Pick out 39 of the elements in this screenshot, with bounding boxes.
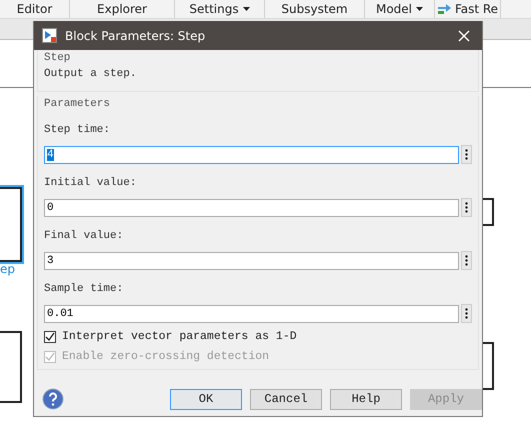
toolbar-button[interactable]: Model — [365, 0, 435, 18]
input-field[interactable]: 0.01 — [44, 304, 459, 322]
checkbox-label: Enable zero-crossing detection — [62, 350, 270, 363]
dots-icon — [465, 202, 468, 213]
toolbar-button[interactable]: Settings — [175, 0, 265, 18]
dots-icon — [465, 255, 468, 266]
field-label: Final value: — [44, 229, 124, 243]
arrows-icon — [436, 4, 451, 14]
group-legend: Parameters — [44, 96, 472, 111]
dots-icon — [465, 149, 468, 160]
more-button[interactable] — [461, 198, 472, 217]
step-block[interactable] — [0, 187, 22, 262]
dialog-button[interactable]: OK — [170, 388, 242, 410]
group-legend: Step — [44, 50, 472, 65]
input-field[interactable]: 4 — [44, 146, 459, 164]
field-label: Step time: — [44, 123, 112, 137]
field-label: Initial value: — [44, 176, 138, 190]
help-icon[interactable] — [42, 388, 64, 410]
checkbox-label: Interpret vector parameters as 1-D — [62, 330, 297, 343]
more-button[interactable] — [461, 304, 472, 323]
more-button[interactable] — [461, 251, 472, 270]
toolbar-button[interactable]: Fast Re — [435, 0, 501, 18]
input-field[interactable]: 0 — [44, 198, 459, 216]
dialog-button[interactable]: Cancel — [250, 388, 322, 410]
block-icon — [42, 28, 57, 43]
input-field[interactable]: 3 — [44, 252, 459, 270]
toolbar-button[interactable]: Explorer — [70, 0, 175, 18]
window-title: Block Parameters: Step — [65, 28, 206, 42]
toolbar-button[interactable]: Editor — [0, 0, 70, 18]
dialog-button[interactable]: Help — [330, 388, 402, 410]
block-description: Output a step. — [44, 67, 138, 82]
close-icon — [458, 30, 470, 42]
checkbox[interactable] — [44, 330, 56, 342]
block[interactable] — [0, 331, 22, 403]
dots-icon — [465, 308, 468, 319]
toolbar-button[interactable]: Subsystem — [265, 0, 365, 18]
field-label: Sample time: — [44, 282, 124, 296]
block-label: ep — [0, 262, 15, 276]
more-button[interactable] — [461, 145, 472, 164]
